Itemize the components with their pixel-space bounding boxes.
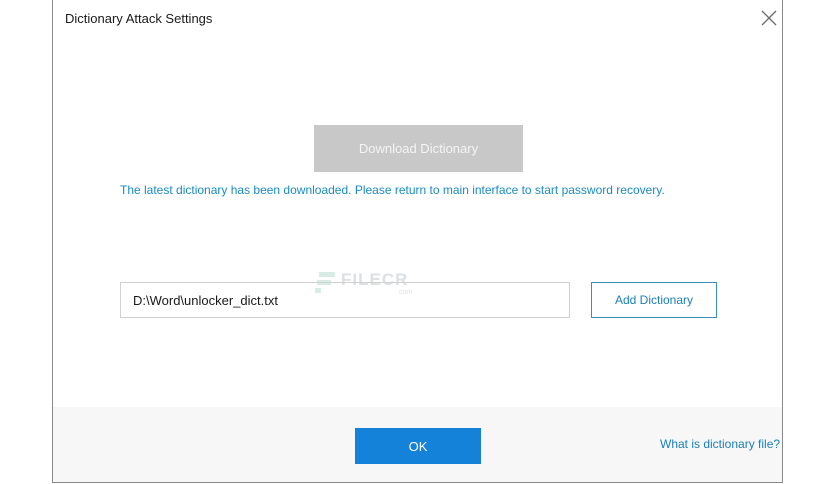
dictionary-attack-settings-dialog: Dictionary Attack Settings Download Dict… [52, 0, 783, 483]
dialog-title: Dictionary Attack Settings [65, 11, 213, 26]
download-status-message: The latest dictionary has been downloade… [120, 183, 665, 197]
download-dictionary-button[interactable]: Download Dictionary [314, 125, 523, 172]
close-icon [761, 10, 777, 26]
dictionary-path-input[interactable] [120, 282, 570, 318]
dialog-footer: OK What is dictionary file? [53, 407, 782, 482]
ok-button[interactable]: OK [355, 428, 481, 464]
what-is-dictionary-link[interactable]: What is dictionary file? [660, 437, 780, 451]
close-button[interactable] [760, 9, 778, 27]
add-dictionary-button[interactable]: Add Dictionary [591, 282, 717, 318]
